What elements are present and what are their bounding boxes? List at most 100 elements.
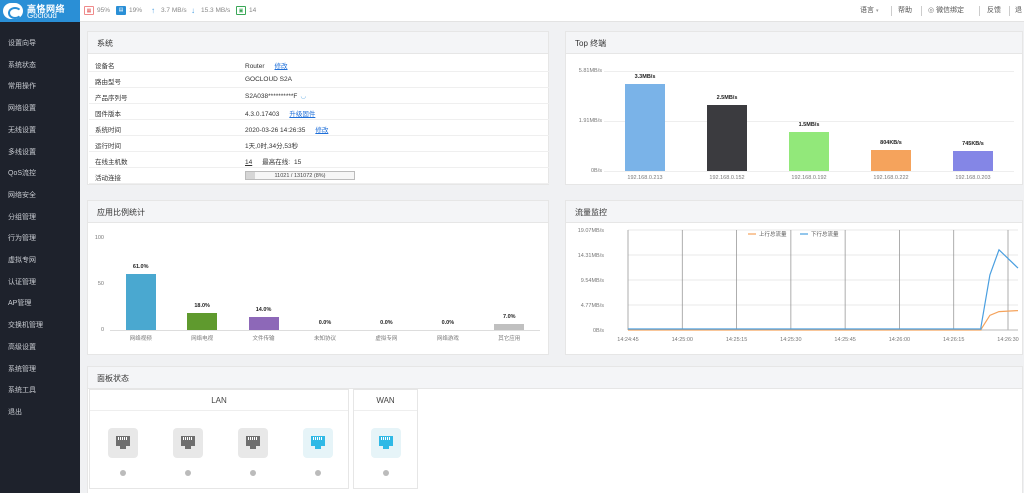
lan-port-icon[interactable] [173,428,203,458]
y-tick-label: 50 [97,281,104,287]
x-tick-label: 其它应用 [498,336,521,342]
board-status-panel: 面板状态 LAN WAN [87,366,1023,493]
info-value: S2A038**********F ◡ [245,92,306,100]
sidebar-item[interactable]: QoS流控 [8,168,36,178]
wan-label: WAN [376,396,395,405]
sidebar-item[interactable]: 设置向导 [8,38,36,48]
modify-link[interactable]: 修改 [315,127,328,134]
help-link[interactable]: 帮助 [898,5,912,15]
sidebar-item[interactable]: AP管理 [8,298,31,308]
modify-link[interactable]: 修改 [275,63,288,70]
peak-online-value: 15 [294,159,302,166]
x-tick-label: 14:24:45 [617,337,638,343]
online-hosts-link[interactable]: 14 [245,159,252,166]
panel-title: 系统 [97,39,113,48]
cpu-icon: ▦ [84,6,94,15]
info-key: 在线主机数 [95,159,128,166]
y-tick-label: 4.77MB/s [581,303,604,309]
logout-link[interactable]: 退 [1015,5,1022,15]
sidebar-item[interactable]: 虚拟专网 [8,255,36,265]
ethernet-jack-icon [378,435,394,449]
value-text: 2020-03-26 14:26:35 [245,127,306,134]
memory-usage: ▤ 19% [116,6,142,16]
sidebar-item[interactable]: 系统工具 [8,385,36,395]
app-ratio-chart: 100 50 0 61.0% 网络视频 18.0% 网络电视 14.0% 文件传输 0.0% 未知协… [88,224,548,355]
x-tick-label: 14:25:30 [780,337,801,343]
info-row: 在线主机数 14 最高在线: 15 [89,152,549,168]
info-value: GOCLOUD S2A [245,76,292,83]
port-status-dot [383,470,389,476]
feedback-link[interactable]: 反馈 [987,5,1001,15]
sidebar-item[interactable]: 网络设置 [8,103,36,113]
port-status-dot [185,470,191,476]
chevron-down-icon: ▾ [875,8,879,14]
sidebar-item[interactable]: 常用操作 [8,81,36,91]
x-axis-line [110,330,540,331]
download-rate: ↓ 15.3 MB/s [188,6,230,16]
info-row: 运行时间 1天,0时,34分,53秒 [89,136,549,152]
cloud-logo-icon [3,3,23,19]
panel-header: 应用比例统计 [88,201,548,223]
wechat-bind-link[interactable]: ◎ 微信绑定 [928,5,964,15]
sidebar-item[interactable]: 认证管理 [8,277,36,287]
wan-port-icon[interactable] [371,428,401,458]
cpu-usage: ▦ 95% [84,6,110,16]
bar-value-label: 61.0% [132,263,149,270]
sidebar-item[interactable]: 高级设置 [8,342,36,352]
top-terminals-chart: 5.81MB/s 1.91MB/s 0B/s 3.3MB/s 192.168.0.213… [566,55,1022,185]
traffic-monitor-panel: 流量监控 19.07MB/s 14.31MB/s 9.54MB/s 4.77MB/s 0… [565,200,1023,355]
refresh-icon[interactable]: ◡ [300,93,306,100]
active-connections-text: 11021 / 131072 (8%) [274,173,326,179]
lan-label: LAN [211,396,227,405]
lan-port-icon[interactable] [303,428,333,458]
bar [187,313,218,330]
bar-value-label: 14.0% [255,307,272,314]
info-row: 路由型号 GOCLOUD S2A [89,72,549,88]
memory-icon: ▤ [116,6,126,15]
bar-value-label: 3.3MB/s [634,74,656,81]
sidebar-item[interactable]: 网络安全 [8,190,36,200]
bar-value-label: 0.0% [318,320,332,326]
x-tick-label: 192.168.0.203 [955,175,991,181]
series-line [628,248,1019,330]
bar [789,131,829,171]
value-text: GOCLOUD S2A [245,76,292,83]
divider [979,6,980,16]
sidebar: 设置向导系统状态常用操作网络设置无线设置多线设置 QoS流控网络安全分组管理行为管… [0,22,80,493]
active-connections-bar: 11021 / 131072 (8%) [245,171,355,180]
info-value: 4.3.0.17403 升级固件 [245,108,315,118]
memory-value: 19% [129,7,143,14]
lan-port-icon[interactable] [108,428,138,458]
sidebar-item[interactable]: 行为管理 [8,233,36,243]
info-value: 2020-03-26 14:26:35 修改 [245,124,328,134]
language-menu[interactable]: 语言 ▾ [860,5,878,15]
x-tick-label: 14:25:45 [834,337,855,343]
sidebar-item[interactable]: 交换机管理 [8,320,43,330]
divider [90,410,348,411]
modify-link[interactable]: 升级固件 [289,111,315,118]
x-tick-label: 192.168.0.192 [791,175,827,181]
panel-header: 流量监控 [566,201,1022,223]
app-ratio-panel: 应用比例统计 100 50 0 61.0% 网络视频 18.0% 网络电视 14.0% 文件传输… [87,200,549,355]
sidebar-item[interactable]: 无线设置 [8,125,36,135]
sidebar-item[interactable]: 多线设置 [8,147,36,157]
x-tick-label: 192.168.0.222 [873,175,909,181]
info-key: 固件版本 [95,111,121,118]
sidebar-item[interactable]: 分组管理 [8,212,36,222]
connection-value: 14 [249,7,257,14]
sidebar-item[interactable]: 退出 [8,407,22,417]
series-line [628,310,1019,331]
brand-logo[interactable]: 高恪网络 Gocloud [0,0,80,22]
lan-port-icon[interactable] [238,428,268,458]
cpu-value: 95% [97,7,111,14]
x-tick-label: 192.168.0.152 [709,175,745,181]
divider [354,410,417,411]
bar [494,323,525,330]
info-value: Router 修改 [245,60,288,70]
sidebar-item[interactable]: 系统管理 [8,364,36,374]
bar [707,105,747,171]
info-row: 活动连接 11021 / 131072 (8%) [89,168,549,184]
x-tick-label: 未知协议 [313,336,336,342]
value-text: S2A038**********F [245,93,298,100]
sidebar-item[interactable]: 系统状态 [8,60,36,70]
